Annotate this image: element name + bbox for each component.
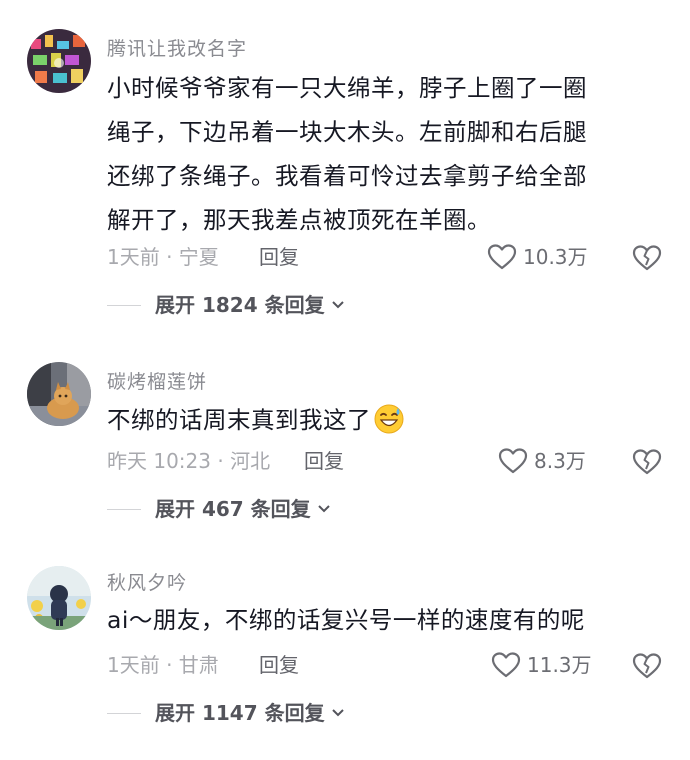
heart-outline-icon (491, 652, 521, 678)
divider-line (107, 712, 141, 714)
comment-text-line: 绳子，下边吊着一块大木头。左前脚和右后腿 (107, 118, 587, 146)
heart-outline-icon (498, 448, 528, 474)
username[interactable]: 秋风夕吟 (107, 568, 187, 595)
like-count: 11.3万 (527, 653, 592, 677)
grinning-sweat-emoji (374, 404, 404, 434)
comment-text: ai～朋友，不绑的话复兴号一样的速度有的呢 (107, 598, 677, 642)
comment-meta: 昨天 10:23 · 河北 (107, 449, 271, 473)
comment-meta: 1天前 · 宁夏 (107, 245, 219, 269)
comment-text: 小时候爷爷家有一只大绵羊，脖子上圈了一圈 绳子，下边吊着一块大木头。左前脚和右后… (107, 66, 677, 242)
chevron-down-icon (331, 301, 344, 309)
divider-line (107, 304, 141, 306)
divider-line (107, 508, 141, 510)
avatar[interactable] (27, 362, 91, 426)
reply-button[interactable]: 回复 (259, 651, 299, 679)
like-count: 8.3万 (534, 449, 586, 473)
comment-text-line: 还绑了条绳子。我看着可怜过去拿剪子给全部 (107, 162, 587, 190)
expand-replies-label: 展开 467 条回复 (155, 497, 311, 521)
like-count: 10.3万 (523, 245, 588, 269)
heart-outline-icon (487, 244, 517, 270)
comment-meta: 1天前 · 甘肃 (107, 653, 219, 677)
like-button[interactable]: 8.3万 (498, 447, 586, 475)
reply-button[interactable]: 回复 (259, 243, 299, 271)
reply-button[interactable]: 回复 (304, 447, 344, 475)
like-button[interactable]: 10.3万 (487, 243, 588, 271)
comment-text-line: 小时候爷爷家有一只大绵羊，脖子上圈了一圈 (107, 74, 587, 102)
avatar[interactable] (27, 29, 91, 93)
comment-text-line: 不绑的话周末真到我这了 (107, 406, 371, 434)
expand-replies-label: 展开 1824 条回复 (155, 293, 325, 317)
broken-heart-icon[interactable] (632, 447, 662, 477)
chevron-down-icon (331, 709, 344, 717)
expand-replies-label: 展开 1147 条回复 (155, 701, 325, 725)
broken-heart-icon[interactable] (632, 651, 662, 681)
chevron-down-icon (317, 505, 330, 513)
comment-text-line: 解开了，那天我差点被顶死在羊圈。 (107, 206, 491, 234)
expand-replies-button[interactable]: 展开 1147 条回复 (107, 699, 345, 727)
like-button[interactable]: 11.3万 (491, 651, 592, 679)
username[interactable]: 腾讯让我改名字 (107, 34, 247, 61)
comment-text-line: ai～朋友，不绑的话复兴号一样的速度有的呢 (107, 606, 585, 634)
broken-heart-icon[interactable] (632, 243, 662, 273)
expand-replies-button[interactable]: 展开 467 条回复 (107, 495, 331, 523)
username[interactable]: 碳烤榴莲饼 (107, 367, 207, 394)
expand-replies-button[interactable]: 展开 1824 条回复 (107, 291, 345, 319)
avatar[interactable] (27, 566, 91, 630)
comment-text: 不绑的话周末真到我这了 (107, 398, 677, 442)
